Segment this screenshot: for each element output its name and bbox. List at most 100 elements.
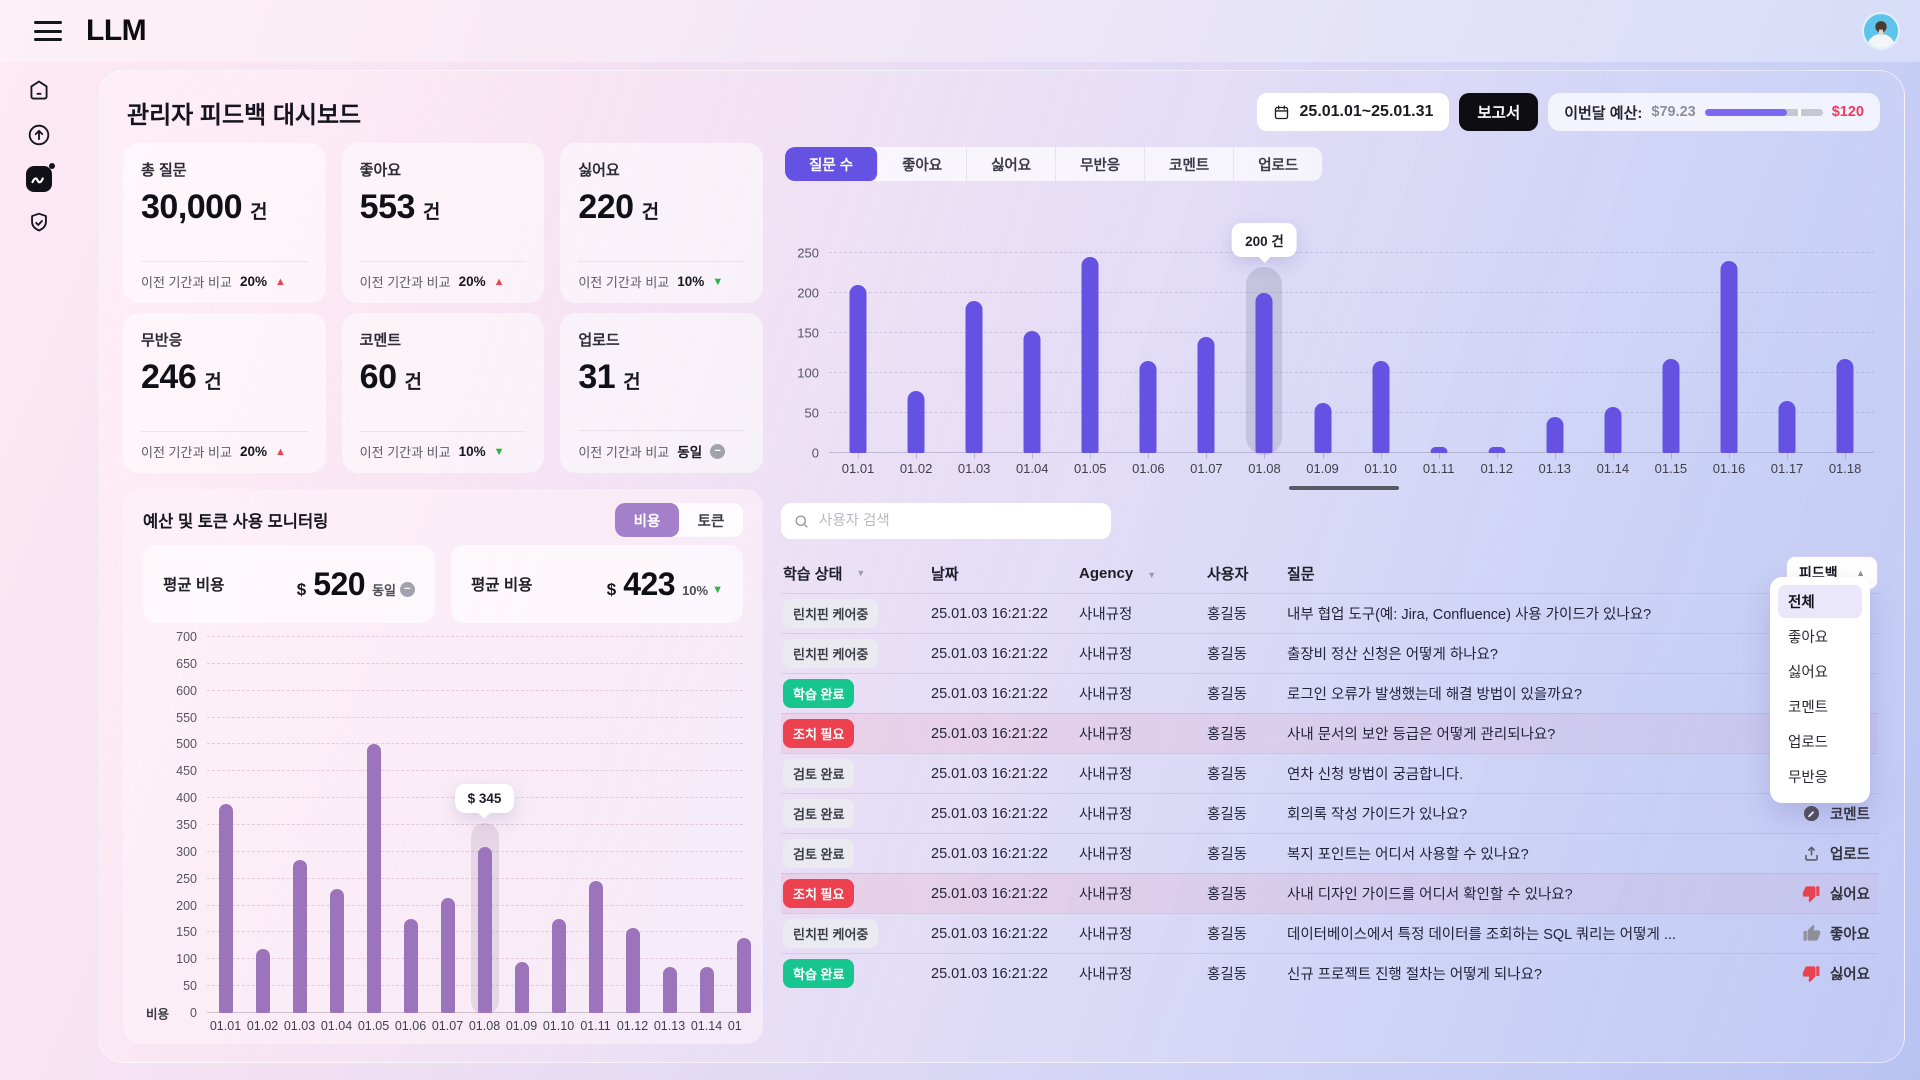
toggle-token[interactable]: 토큰 xyxy=(679,503,743,537)
table-row[interactable]: 린치핀 케어중25.01.03 16:21:22사내규정홍길동내부 협업 도구(… xyxy=(781,593,1878,633)
x-tick-label: 01.11 xyxy=(577,1019,614,1033)
bar-column xyxy=(651,637,688,1013)
filter-option-comment[interactable]: 코멘트 xyxy=(1778,690,1862,723)
table-row[interactable]: 검토 완료25.01.03 16:21:22사내규정홍길동복지 포인트는 어디서… xyxy=(781,833,1878,873)
filter-option-like[interactable]: 좋아요 xyxy=(1778,620,1862,653)
tab-dislikes[interactable]: 싫어요 xyxy=(967,147,1056,181)
table-row[interactable]: 린치핀 케어중25.01.03 16:21:22사내규정홍길동데이터베이스에서 … xyxy=(781,913,1878,953)
user-avatar[interactable] xyxy=(1862,12,1900,50)
stat-card-label: 싫어요 xyxy=(578,159,745,180)
feedback-cell: 싫어요 xyxy=(1748,963,1878,984)
stat-card-label: 코멘트 xyxy=(360,329,527,350)
sidebar xyxy=(0,62,78,1080)
bar-column xyxy=(725,637,762,1013)
calendar-icon xyxy=(1273,104,1290,121)
home-icon[interactable] xyxy=(26,78,52,104)
tab-comments[interactable]: 코멘트 xyxy=(1145,147,1234,181)
stat-card-label: 무반응 xyxy=(141,329,308,350)
filter-option-none[interactable]: 무반응 xyxy=(1778,760,1862,793)
column-header: 날짜 xyxy=(931,563,1079,584)
cost-number: 423 xyxy=(623,566,675,603)
date-cell: 25.01.03 16:21:22 xyxy=(931,726,1079,742)
hamburger-menu-icon[interactable] xyxy=(34,21,62,41)
bar-column xyxy=(429,637,466,1013)
stat-card-value: 60 xyxy=(360,358,397,397)
shield-check-icon[interactable] xyxy=(26,210,52,236)
date-range-picker[interactable]: 25.01.01~25.01.31 xyxy=(1257,93,1450,131)
tab-no-response[interactable]: 무반응 xyxy=(1056,147,1145,181)
analytics-icon[interactable] xyxy=(26,166,52,192)
question-cell: 사내 문서의 보안 등급은 어떻게 관리되나요? xyxy=(1287,723,1748,744)
table-row[interactable]: 학습 완료25.01.03 16:21:22사내규정홍길동로그인 오류가 발생했… xyxy=(781,673,1878,713)
bar-column xyxy=(1758,207,1816,453)
status-badge: 검토 완료 xyxy=(783,759,854,788)
report-button[interactable]: 보고서 xyxy=(1459,93,1538,131)
trend-up-icon: ▲ xyxy=(275,446,286,458)
y-tick-label: 200 xyxy=(176,899,197,913)
stat-card-value: 246 xyxy=(141,358,196,397)
bar xyxy=(1372,361,1389,453)
x-tick-label: 01.09 xyxy=(503,1019,540,1033)
table-body: 린치핀 케어중25.01.03 16:21:22사내규정홍길동내부 협업 도구(… xyxy=(781,593,1878,993)
sort-caret-icon[interactable]: ▼ xyxy=(856,568,865,578)
upload-circle-icon[interactable] xyxy=(26,122,52,148)
y-tick-label: 400 xyxy=(176,791,197,805)
bar-column xyxy=(355,637,392,1013)
filter-option-upload[interactable]: 업로드 xyxy=(1778,725,1862,758)
budget-panel-title: 예산 및 토큰 사용 모니터링 xyxy=(143,508,328,532)
table-row[interactable]: 린치핀 케어중25.01.03 16:21:22사내규정홍길동출장비 정산 신청… xyxy=(781,633,1878,673)
date-cell: 25.01.03 16:21:22 xyxy=(931,806,1079,822)
table-row[interactable]: 조치 필요25.01.03 16:21:22사내규정홍길동사내 문서의 보안 등… xyxy=(781,713,1878,753)
bar-column xyxy=(244,637,281,1013)
column-header-label: 사용자 xyxy=(1207,566,1248,583)
bar-columns: 200 건 xyxy=(829,207,1874,453)
y-axis-title: 비용 xyxy=(146,1004,169,1023)
toggle-cost[interactable]: 비용 xyxy=(615,503,679,537)
bar-column xyxy=(1642,207,1700,453)
table-row[interactable]: 검토 완료25.01.03 16:21:22사내규정홍길동연차 신청 방법이 궁… xyxy=(781,753,1878,793)
table-row[interactable]: 학습 완료25.01.03 16:21:22사내규정홍길동신규 프로젝트 진행 … xyxy=(781,953,1878,993)
filter-option-all[interactable]: 전체 xyxy=(1778,585,1862,618)
y-tick-label: 500 xyxy=(176,737,197,751)
column-header-label: 학습 상태 xyxy=(783,563,842,584)
question-cell: 사내 디자인 가이드를 어디서 확인할 수 있나요? xyxy=(1287,883,1748,904)
date-cell: 25.01.03 16:21:22 xyxy=(931,846,1079,862)
filter-option-dislike[interactable]: 싫어요 xyxy=(1778,655,1862,688)
status-cell: 학습 완료 xyxy=(781,959,931,988)
tab-uploads[interactable]: 업로드 xyxy=(1234,147,1322,181)
x-tick-label: 01.07 xyxy=(1177,461,1235,476)
thumb-up-icon xyxy=(1802,924,1821,943)
tab-questions[interactable]: 질문 수 xyxy=(785,147,878,181)
table-row[interactable]: 조치 필요25.01.03 16:21:22사내규정홍길동사내 디자인 가이드를… xyxy=(781,873,1878,913)
x-tick-label: 01.06 xyxy=(1119,461,1177,476)
bar xyxy=(219,804,233,1013)
y-tick-label: 0 xyxy=(812,446,819,461)
cost-change-text: 10% xyxy=(682,583,708,598)
x-tick-label: 01.03 xyxy=(281,1019,318,1033)
bar-column xyxy=(1003,207,1061,453)
stat-card: 좋아요553건이전 기간과 비교20%▲ xyxy=(342,143,545,303)
bar xyxy=(515,962,529,1013)
status-badge: 린치핀 케어중 xyxy=(783,919,878,948)
table-row[interactable]: 검토 완료25.01.03 16:21:22사내규정홍길동회의록 작성 가이드가… xyxy=(781,793,1878,833)
y-tick-label: 100 xyxy=(176,952,197,966)
stat-card-value-row: 31건 xyxy=(578,358,745,397)
status-badge: 조치 필요 xyxy=(783,879,854,908)
user-cell: 홍길동 xyxy=(1207,723,1287,744)
sort-caret-icon[interactable]: ▼ xyxy=(1147,570,1156,580)
chart-tabs: 질문 수좋아요싫어요무반응코멘트업로드 xyxy=(785,147,1322,181)
tab-likes[interactable]: 좋아요 xyxy=(878,147,967,181)
bar-column: 200 건 xyxy=(1235,207,1293,453)
feedback-filter-menu: 전체좋아요싫어요코멘트업로드무반응 xyxy=(1770,577,1870,803)
x-tick-label: 01.03 xyxy=(945,461,1003,476)
stat-card-value-row: 30,000건 xyxy=(141,188,308,227)
bar-column xyxy=(1468,207,1526,453)
budget-spent-value: $79.23 xyxy=(1651,104,1695,120)
status-cell: 검토 완료 xyxy=(781,759,931,788)
status-cell: 학습 완료 xyxy=(781,679,931,708)
x-tick-label: 01.12 xyxy=(1468,461,1526,476)
stat-card-compare: 이전 기간과 비교동일− xyxy=(578,431,745,461)
search-input[interactable] xyxy=(819,513,1099,529)
y-tick-label: 250 xyxy=(176,872,197,886)
status-badge: 학습 완료 xyxy=(783,959,854,988)
